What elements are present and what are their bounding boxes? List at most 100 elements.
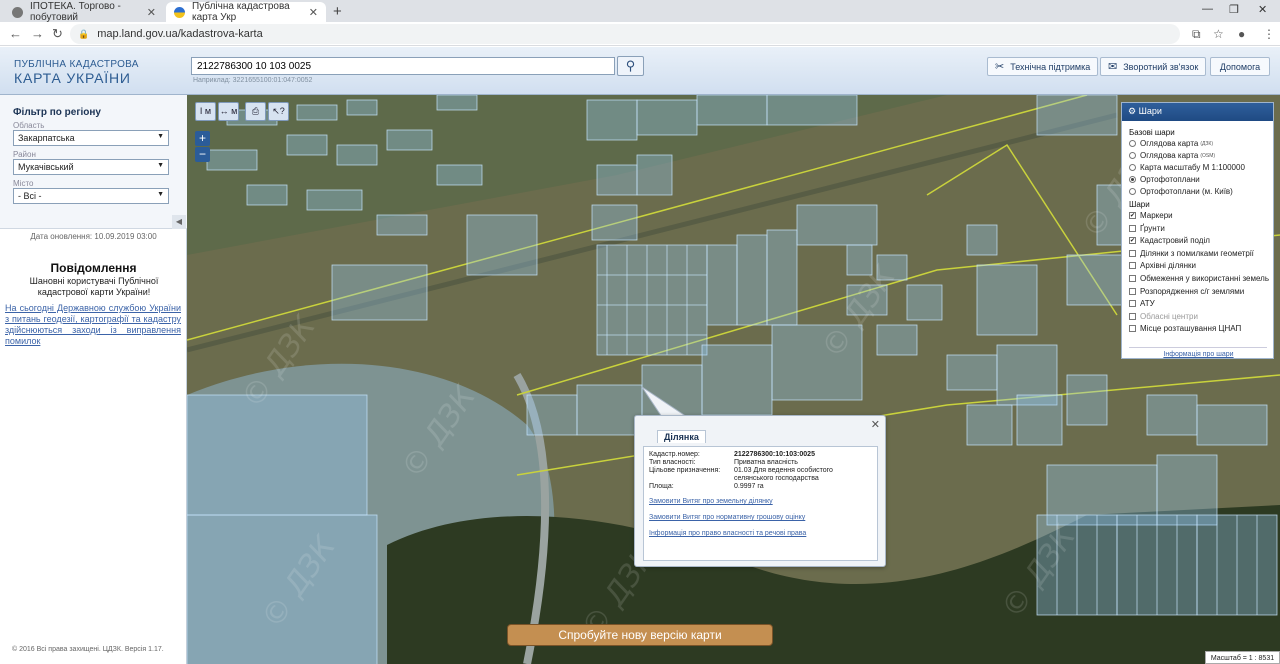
radio-icon[interactable] — [1129, 152, 1136, 159]
map-view[interactable]: © ДЗК © ДЗК © ДЗК © ДЗК © ДЗК © ДЗК © ДЗ… — [187, 95, 1280, 664]
close-icon[interactable]: ✕ — [309, 6, 318, 19]
browser-tab-ipoteka[interactable]: ІПОТЕКА. Торгово - побутовий ✕ — [4, 1, 164, 23]
layer-label: Оглядова карта — [1140, 139, 1199, 148]
address-bar: ← → ↻ 🔒 map.land.gov.ua/kadastrova-karta… — [0, 22, 1280, 46]
url-field[interactable]: 🔒 map.land.gov.ua/kadastrova-karta — [70, 24, 1180, 44]
support-label: Технічна підтримка — [1010, 61, 1091, 72]
purpose-value: 01.03 Для ведення особистого селянського… — [734, 467, 833, 482]
checkbox-icon[interactable] — [1129, 262, 1136, 270]
cadastral-search-input[interactable] — [191, 57, 615, 75]
radio-icon[interactable] — [1129, 188, 1136, 195]
overlay-layer-option[interactable]: Місце розташування ЦНАП — [1129, 324, 1241, 333]
url-text: map.land.gov.ua/kadastrova-karta — [97, 28, 263, 40]
rayon-select[interactable]: Мукачівський ▼ — [13, 159, 169, 175]
close-window-icon[interactable]: ✕ — [1258, 3, 1267, 16]
site-header: ПУБЛІЧНА КАДАСТРОВА КАРТА УКРАЇНИ ⚲ Напр… — [0, 47, 1280, 95]
browser-tab-kadastr[interactable]: Публічна кадастрова карта Укр ✕ — [166, 1, 326, 23]
layer-label: Оглядова карта — [1140, 151, 1199, 160]
tab-label: ІПОТЕКА. Торгово - побутовий — [30, 1, 121, 23]
rayon-label: Район — [13, 150, 36, 159]
base-layer-option[interactable]: Ортофотоплани (м. Київ) — [1129, 187, 1233, 196]
checkbox-icon[interactable] — [1129, 325, 1136, 333]
maximize-icon[interactable]: ❐ — [1229, 3, 1239, 16]
radio-icon[interactable] — [1129, 140, 1136, 147]
menu-icon[interactable]: ⋮ — [1263, 27, 1275, 41]
overlay-layer-option[interactable]: ✔ Кадастровий поділ — [1129, 236, 1210, 245]
base-layers-title: Базові шари — [1129, 128, 1175, 137]
overlay-layers-title: Шари — [1129, 200, 1150, 209]
checkbox-icon[interactable] — [1129, 300, 1136, 308]
close-icon[interactable]: ✕ — [871, 418, 880, 431]
checkbox-icon[interactable]: ✔ — [1129, 212, 1136, 219]
minimize-icon[interactable]: — — [1202, 3, 1213, 15]
new-tab-icon[interactable]: + — [333, 3, 342, 20]
filter-title: Фільтр по регіону — [13, 107, 101, 118]
tools-icon: ✂ — [995, 61, 1005, 73]
overlay-layer-option[interactable]: Обласні центри — [1129, 312, 1198, 321]
divider — [1129, 347, 1267, 348]
radio-icon[interactable] — [1129, 164, 1136, 171]
layer-label: АТУ — [1140, 299, 1155, 309]
zoom-in-button[interactable]: + — [195, 131, 210, 146]
ownership-type-value: Приватна власність — [734, 459, 798, 466]
checkbox-icon[interactable] — [1129, 287, 1136, 295]
checkbox-icon[interactable]: ✔ — [1129, 237, 1136, 245]
order-valuation-link[interactable]: Замовити Витяг про нормативну грошову оц… — [649, 514, 805, 521]
search-button[interactable]: ⚲ — [617, 56, 644, 76]
ownership-info-link[interactable]: Інформація про право власності та речові… — [649, 530, 806, 537]
base-layer-option[interactable]: Оглядова карта (ДЗК) — [1129, 139, 1213, 148]
feedback-label: Зворотний зв'язок — [1123, 61, 1199, 72]
help-label: Допомога — [1219, 61, 1261, 72]
checkbox-icon[interactable] — [1129, 275, 1136, 282]
base-layer-option[interactable]: Оглядова карта (OSM) — [1129, 151, 1215, 160]
order-extract-link[interactable]: Замовити Витяг про земельну ділянку — [649, 498, 773, 505]
search-hint: Наприклад: 3221655100:01:047:0052 — [193, 77, 313, 84]
overlay-layer-option[interactable]: Розпорядження с/г землями — [1129, 287, 1244, 296]
update-date: Дата оновлення: 10.09.2019 03:00 — [30, 232, 157, 241]
overlay-layer-option[interactable]: Архівні ділянки — [1129, 261, 1196, 270]
identify-button[interactable]: ↖? — [268, 102, 289, 121]
overlay-layer-option[interactable]: Обмеження у використанні земель — [1129, 274, 1269, 283]
overlay-layer-option[interactable]: АТУ — [1129, 299, 1155, 308]
layer-label: Ортофотоплани (м. Київ) — [1140, 187, 1233, 196]
translate-icon[interactable]: ⧉ — [1192, 27, 1201, 42]
star-icon[interactable]: ☆ — [1213, 27, 1224, 41]
tab-parcel[interactable]: Ділянка — [657, 430, 706, 443]
base-layer-option[interactable]: Карта масштабу М 1:100000 — [1129, 163, 1245, 172]
feedback-button[interactable]: ✉ Зворотний зв'язок — [1100, 57, 1207, 76]
notice-link[interactable]: На сьогодні Державною службою України з … — [5, 303, 181, 347]
reload-icon[interactable]: ↻ — [52, 26, 63, 42]
close-icon[interactable]: ✕ — [147, 6, 156, 19]
oblast-select[interactable]: Закарпатська ▼ — [13, 130, 169, 146]
ownership-type-label: Тип власності: — [649, 459, 696, 466]
overlay-layer-option[interactable]: Ділянки з помилками геометрії — [1129, 249, 1254, 258]
layer-label: Ортофотоплани — [1140, 175, 1200, 184]
collapse-sidebar-button[interactable]: ◀ — [172, 215, 186, 229]
profile-icon[interactable]: ● — [1238, 27, 1245, 41]
logo-line-2: КАРТА УКРАЇНИ — [14, 70, 131, 86]
zoom-out-button[interactable]: − — [195, 147, 210, 162]
checkbox-icon[interactable] — [1129, 249, 1136, 257]
radio-icon[interactable] — [1129, 176, 1136, 183]
city-select[interactable]: - Всі - ▼ — [13, 188, 169, 204]
base-layer-option[interactable]: Ортофотоплани — [1129, 175, 1200, 184]
city-label: Місто — [13, 179, 34, 188]
cadastral-number-label: Кадастр.номер: — [649, 451, 700, 458]
back-icon[interactable]: ← — [9, 26, 22, 41]
layers-header[interactable]: ⚙ Шари — [1122, 103, 1273, 121]
overlay-layer-option[interactable]: ✔ Маркери — [1129, 211, 1173, 220]
browser-tab-bar: ІПОТЕКА. Торгово - побутовий ✕ Публічна … — [0, 0, 1280, 23]
layers-info-link[interactable]: Інформація про шари — [1122, 351, 1275, 358]
print-button[interactable]: ⎙ — [245, 102, 266, 121]
layer-label: Обласні центри — [1140, 311, 1198, 321]
measure-length-button[interactable]: I м — [195, 102, 216, 121]
try-new-version-button[interactable]: Спробуйте нову версію карти — [507, 624, 773, 646]
overlay-layer-option[interactable]: Ґрунти — [1129, 224, 1165, 233]
checkbox-icon[interactable] — [1129, 312, 1136, 320]
measure-area-button[interactable]: ↔ м — [218, 102, 239, 121]
oblast-value: Закарпатська — [18, 133, 75, 143]
checkbox-icon[interactable] — [1129, 224, 1136, 232]
help-button[interactable]: Допомога — [1210, 57, 1270, 76]
support-button[interactable]: ✂ Технічна підтримка — [987, 57, 1099, 76]
forward-icon[interactable]: → — [31, 26, 44, 41]
